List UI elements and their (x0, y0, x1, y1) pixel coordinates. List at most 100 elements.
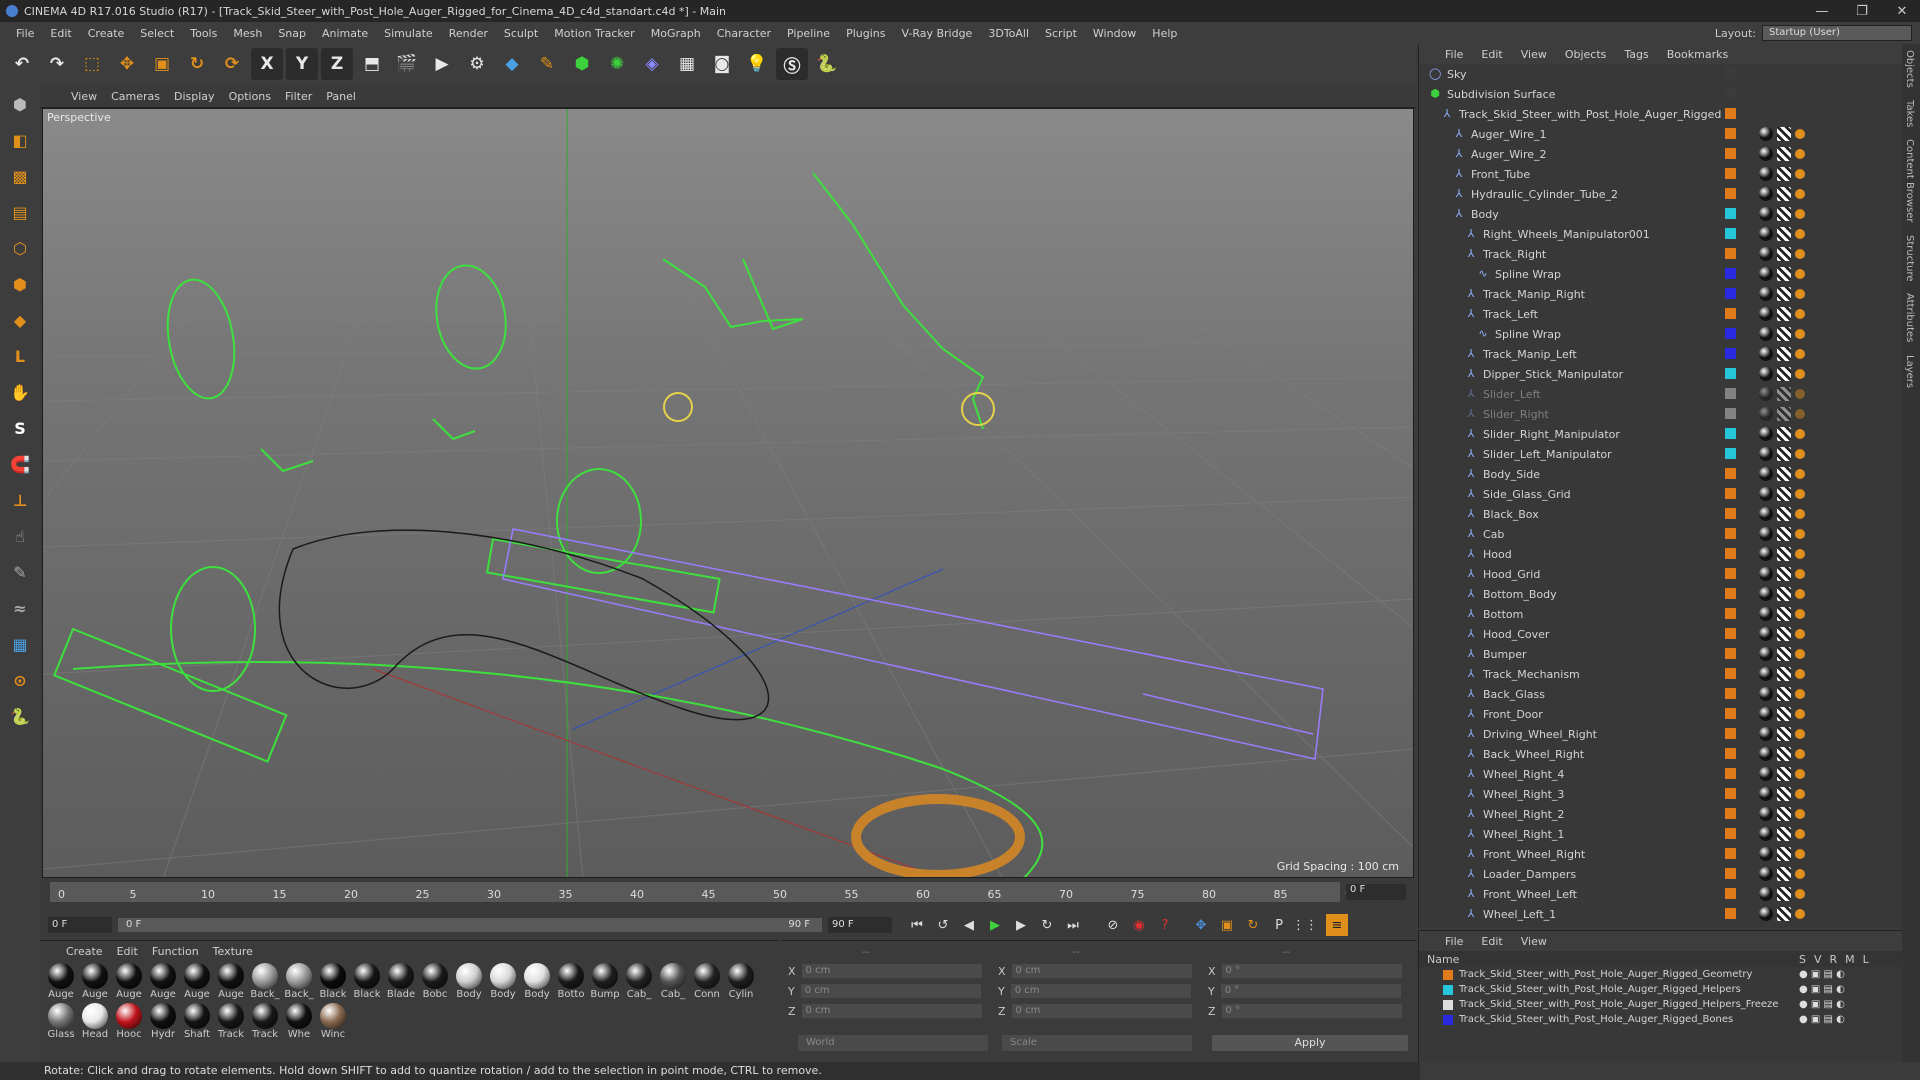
coord-field[interactable]: 0 cm (800, 984, 981, 998)
texture-tag-icon[interactable] (1777, 707, 1791, 721)
material-tag-icon[interactable] (1759, 207, 1773, 221)
texture-tag-icon[interactable] (1777, 607, 1791, 621)
texture-tag-icon[interactable] (1777, 767, 1791, 781)
object-row[interactable]: ⅄ Wheel_Left_1 (1419, 904, 1903, 924)
object-row[interactable]: ⅄ Slider_Left_Manipulator (1419, 444, 1903, 464)
object-row[interactable]: ⅄ Bottom (1419, 604, 1903, 624)
xpresso-tag-icon[interactable] (1795, 249, 1805, 259)
current-frame-field[interactable]: 0 F (1346, 884, 1406, 900)
object-row[interactable]: ⅄ Driving_Wheel_Right (1419, 724, 1903, 744)
coord-field[interactable]: 0 cm (1011, 1004, 1192, 1018)
range-slider[interactable]: 0 F 90 F (118, 918, 822, 932)
record-keys-icon[interactable]: ⊘ (1102, 914, 1124, 936)
object-row[interactable]: ⅄ Hood_Cover (1419, 624, 1903, 644)
cube-icon[interactable]: ◆ (496, 48, 528, 80)
menu-v-ray-bridge[interactable]: V-Ray Bridge (893, 27, 980, 40)
xpresso-tag-icon[interactable] (1795, 169, 1805, 179)
autokey-icon[interactable]: ◉ (1128, 914, 1150, 936)
scale-icon[interactable]: ▣ (146, 48, 178, 80)
texture-tag-icon[interactable] (1777, 167, 1791, 181)
object-row[interactable]: ⅄ Hood (1419, 544, 1903, 564)
render-view-icon[interactable]: 🎬 (391, 48, 423, 80)
side-tab-objects[interactable]: Objects (1902, 44, 1917, 94)
menu-simulate[interactable]: Simulate (376, 27, 441, 40)
material-item[interactable]: Glass (44, 1001, 78, 1041)
object-row[interactable]: ⅄ Front_Wheel_Left (1419, 884, 1903, 904)
layer-color-swatch[interactable] (1725, 448, 1736, 459)
xpresso-tag-icon[interactable] (1795, 669, 1805, 679)
minimize-icon[interactable]: — (1802, 0, 1842, 22)
move-icon[interactable]: ✥ (111, 48, 143, 80)
texture-tag-icon[interactable] (1777, 447, 1791, 461)
object-menu-objects[interactable]: Objects (1565, 48, 1607, 61)
side-tab-layers[interactable]: Layers (1902, 349, 1917, 394)
object-row[interactable]: ⅄ Hood_Grid (1419, 564, 1903, 584)
xpresso-tag-icon[interactable] (1795, 589, 1805, 599)
layer-color-swatch[interactable] (1725, 88, 1736, 99)
texture-tag-icon[interactable] (1777, 847, 1791, 861)
layer-color-swatch[interactable] (1725, 428, 1736, 439)
object-row[interactable]: ⅄ Black_Box (1419, 504, 1903, 524)
timeline[interactable]: 051015202530354045505560657075808590 0 F (42, 878, 1416, 912)
xpresso-tag-icon[interactable] (1795, 149, 1805, 159)
layer-toggles[interactable]: ● ▣ ▤ ◐ (1799, 984, 1845, 995)
xpresso-tag-icon[interactable] (1795, 389, 1805, 399)
key-pla-icon[interactable]: ⋮⋮ (1292, 914, 1318, 936)
layer-color-swatch[interactable] (1725, 668, 1736, 679)
world-coord-icon[interactable]: ⬒ (356, 48, 388, 80)
pen-icon[interactable]: ✎ (531, 48, 563, 80)
coord-field[interactable]: 0 cm (1011, 964, 1192, 978)
xpresso-tag-icon[interactable] (1795, 729, 1805, 739)
texture-tag-icon[interactable] (1777, 667, 1791, 681)
keyframe-selection-icon[interactable]: ? (1154, 914, 1176, 936)
layer-color-swatch[interactable] (1725, 808, 1736, 819)
xpresso-tag-icon[interactable] (1795, 549, 1805, 559)
viewport-menu-cameras[interactable]: Cameras (104, 90, 167, 103)
material-tag-icon[interactable] (1759, 707, 1773, 721)
material-tag-icon[interactable] (1759, 507, 1773, 521)
tweak-icon[interactable]: ✋ (3, 376, 37, 408)
material-tag-icon[interactable] (1759, 527, 1773, 541)
light-icon[interactable]: 💡 (741, 48, 773, 80)
texture-tag-icon[interactable] (1777, 227, 1791, 241)
texture-tag-icon[interactable] (1777, 247, 1791, 261)
goto-end-icon[interactable]: ⏭ (1062, 914, 1084, 936)
texture-tag-icon[interactable] (1777, 567, 1791, 581)
menu-script[interactable]: Script (1037, 27, 1085, 40)
xpresso-tag-icon[interactable] (1795, 229, 1805, 239)
xpresso-tag-icon[interactable] (1795, 749, 1805, 759)
object-row[interactable]: ⅄ Wheel_Right_3 (1419, 784, 1903, 804)
material-item[interactable]: Conn (690, 961, 724, 1001)
object-menu-view[interactable]: View (1521, 48, 1547, 61)
prev-frame-icon[interactable]: ◀ (958, 914, 980, 936)
object-row[interactable]: ⅄ Front_Tube (1419, 164, 1903, 184)
material-tag-icon[interactable] (1759, 767, 1773, 781)
texture-tag-icon[interactable] (1777, 487, 1791, 501)
layer-color-swatch[interactable] (1725, 588, 1736, 599)
material-item[interactable]: Hydr (146, 1001, 180, 1041)
layer-menu-view[interactable]: View (1521, 935, 1547, 948)
material-tag-icon[interactable] (1759, 727, 1773, 741)
timeline-layout-icon[interactable]: ≡ (1326, 914, 1348, 936)
texture-tag-icon[interactable] (1777, 387, 1791, 401)
menu-help[interactable]: Help (1144, 27, 1185, 40)
layer-row[interactable]: Track_Skid_Steer_with_Post_Hole_Auger_Ri… (1419, 982, 1902, 997)
texture-tag-icon[interactable] (1777, 467, 1791, 481)
material-tag-icon[interactable] (1759, 467, 1773, 481)
layer-color-swatch[interactable] (1725, 328, 1736, 339)
texture-tag-icon[interactable] (1777, 187, 1791, 201)
undo-icon[interactable]: ↶ (6, 48, 38, 80)
live-select-icon[interactable]: ⬚ (76, 48, 108, 80)
material-item[interactable]: Head (78, 1001, 112, 1041)
material-tag-icon[interactable] (1759, 827, 1773, 841)
xpresso-tag-icon[interactable] (1795, 789, 1805, 799)
subdivision-icon[interactable]: ⬢ (566, 48, 598, 80)
material-item[interactable]: Auge (44, 961, 78, 1001)
xpresso-tag-icon[interactable] (1795, 869, 1805, 879)
polygons-mode-icon[interactable]: ◆ (3, 304, 37, 336)
side-tab-takes[interactable]: Takes (1902, 94, 1917, 133)
layer-color-swatch[interactable] (1725, 248, 1736, 259)
layer-menu-file[interactable]: File (1445, 935, 1463, 948)
material-tag-icon[interactable] (1759, 427, 1773, 441)
layer-color-swatch[interactable] (1725, 268, 1736, 279)
